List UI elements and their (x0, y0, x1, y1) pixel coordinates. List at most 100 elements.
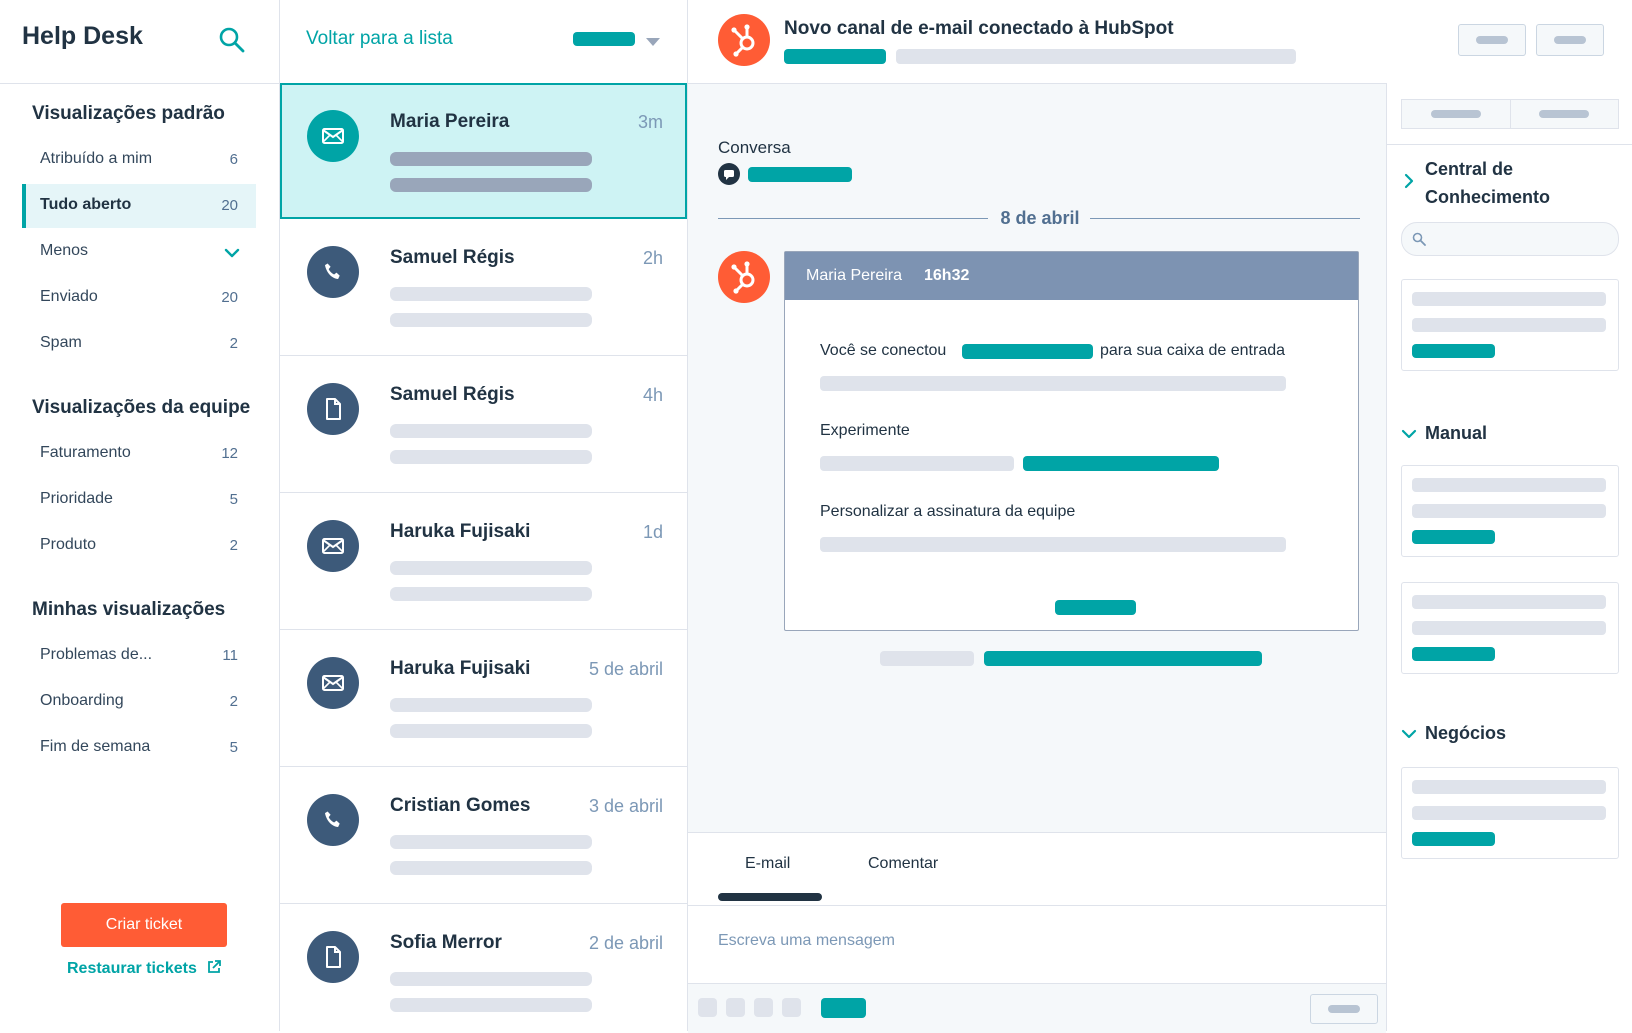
sidebar-item-count: 12 (221, 445, 238, 462)
message-input[interactable] (718, 921, 1358, 961)
knowledge-search-input[interactable] (1401, 222, 1619, 256)
ticket-list-item[interactable]: Cristian Gomes 3 de abril (280, 767, 687, 904)
message-link-placeholder[interactable] (962, 344, 1093, 359)
sidebar-item-count: 2 (229, 537, 238, 554)
back-to-list-link[interactable]: Voltar para a lista (306, 28, 453, 50)
restore-tickets-link[interactable]: Restaurar tickets (67, 960, 222, 979)
card-text-placeholder (1412, 806, 1606, 820)
sidebar-item-all-open[interactable]: Tudo aberto 20 (22, 184, 256, 228)
sidebar-item-label: Spam (40, 334, 82, 351)
sidebar-item-label: Problemas de... (40, 646, 153, 663)
sidebar-item-product[interactable]: Produto 2 (22, 524, 256, 568)
message-link-placeholder[interactable] (1023, 456, 1219, 471)
right-panel-tab[interactable] (1402, 100, 1511, 128)
insert-button[interactable] (821, 998, 866, 1018)
header-subtitle-placeholder (896, 49, 1296, 64)
ticket-preview-line (390, 835, 592, 849)
sidebar-item-count: 5 (229, 739, 238, 756)
sidebar-item-spam[interactable]: Spam 2 (22, 322, 256, 366)
right-panel: Central de Conhecimento Manual Negócios (1386, 83, 1632, 1031)
message-footer-link-placeholder[interactable] (984, 651, 1262, 666)
list-filter-dropdown[interactable] (573, 32, 667, 50)
list-header: Voltar para a lista (280, 0, 687, 84)
chat-icon (718, 163, 740, 185)
chevron-down-icon[interactable] (1401, 726, 1417, 742)
format-icon[interactable] (698, 998, 717, 1017)
sidebar-item-label: Enviado (40, 288, 98, 305)
ticket-contact-name: Samuel Régis (390, 247, 515, 268)
snippet-icon[interactable] (782, 998, 801, 1017)
ticket-time: 3m (637, 112, 663, 132)
knowledge-article-card[interactable] (1401, 279, 1619, 371)
ticket-preview-line (390, 587, 592, 601)
ticket-list-item[interactable]: Haruka Fujisaki 5 de abril (280, 630, 687, 767)
ticket-list-item[interactable]: Haruka Fujisaki 1d (280, 493, 687, 630)
sidebar-item-less[interactable]: Menos (22, 230, 256, 274)
message-text-placeholder (820, 456, 1014, 471)
filter-value-placeholder (573, 32, 635, 46)
sidebar-item-count: 5 (229, 491, 238, 508)
document-icon (307, 383, 359, 435)
document-icon (307, 931, 359, 983)
sidebar-item-onboarding[interactable]: Onboarding 2 (22, 680, 256, 724)
date-divider-line (718, 218, 988, 219)
ticket-preview-line (390, 424, 592, 438)
phone-icon (307, 794, 359, 846)
ticket-list-item[interactable]: Maria Pereira 3m (280, 83, 687, 219)
sidebar-item-billing[interactable]: Faturamento 12 (22, 432, 256, 476)
manual-card[interactable] (1401, 465, 1619, 557)
ticket-list-item[interactable]: Samuel Régis 2h (280, 219, 687, 356)
ticket-contact-name: Sofia Merror (390, 932, 502, 953)
message-footer-placeholder (880, 651, 974, 666)
message-sender: Maria Pereira (806, 267, 903, 284)
create-ticket-button[interactable]: Criar ticket (61, 903, 227, 947)
message-time: 16h32 (924, 267, 970, 284)
knowledge-base-heading-line: Conhecimento (1425, 187, 1551, 207)
ticket-contact-name: Cristian Gomes (390, 795, 531, 816)
ticket-time: 1d (642, 522, 663, 542)
sidebar-item-label: Faturamento (40, 444, 131, 461)
message-card: Maria Pereira 16h32 Você se conectou par… (784, 251, 1359, 631)
email-icon (307, 110, 359, 162)
hubspot-logo-icon (718, 14, 770, 66)
sidebar-item-priority[interactable]: Prioridade 5 (22, 478, 256, 522)
sidebar-item-count: 6 (229, 151, 238, 168)
ticket-time: 3 de abril (588, 796, 663, 816)
message-action-placeholder[interactable] (1055, 600, 1136, 615)
sidebar-item-weekend[interactable]: Fim de semana 5 (22, 726, 256, 770)
sidebar-item-label: Fim de semana (40, 738, 151, 755)
message-text-placeholder (820, 376, 1286, 391)
attachment-icon[interactable] (726, 998, 745, 1017)
section-heading-default-views: Visualizações padrão (32, 103, 225, 124)
card-text-placeholder (1412, 504, 1606, 518)
header-action-button[interactable] (1536, 24, 1604, 56)
ticket-list-item[interactable]: Samuel Régis 4h (280, 356, 687, 493)
restore-tickets-label: Restaurar tickets (67, 960, 197, 977)
ticket-list-item[interactable]: Sofia Merror 2 de abril (280, 904, 687, 1031)
manual-card[interactable] (1401, 582, 1619, 674)
deal-card[interactable] (1401, 767, 1619, 859)
right-panel-tab[interactable] (1510, 100, 1618, 128)
emoji-icon[interactable] (754, 998, 773, 1017)
button-label-placeholder (1554, 36, 1586, 44)
chevron-down-icon[interactable] (1401, 426, 1417, 442)
sidebar-item-label: Produto (40, 536, 97, 553)
header-action-button[interactable] (1458, 24, 1526, 56)
chevron-right-icon[interactable] (1401, 173, 1417, 189)
message-text: para sua caixa de entrada (1100, 342, 1286, 359)
composer-toolbar (688, 983, 1386, 1033)
send-button[interactable] (1310, 994, 1378, 1024)
composer-divider (688, 905, 1386, 906)
external-link-icon (207, 960, 222, 979)
sidebar-item-problems[interactable]: Problemas de... 11 (22, 634, 256, 678)
card-text-placeholder (1412, 318, 1606, 332)
hubspot-logo-icon (718, 251, 770, 303)
sidebar-item-sent[interactable]: Enviado 20 (22, 276, 256, 320)
sidebar-item-assigned[interactable]: Atribuído a mim 6 (22, 138, 256, 182)
app-title: Help Desk (22, 22, 143, 50)
card-link-placeholder (1412, 647, 1495, 661)
tab-email[interactable]: E-mail (745, 855, 790, 873)
search-icon[interactable] (218, 26, 246, 54)
tab-comment[interactable]: Comentar (868, 855, 938, 873)
sidebar-item-count: 2 (229, 335, 238, 352)
